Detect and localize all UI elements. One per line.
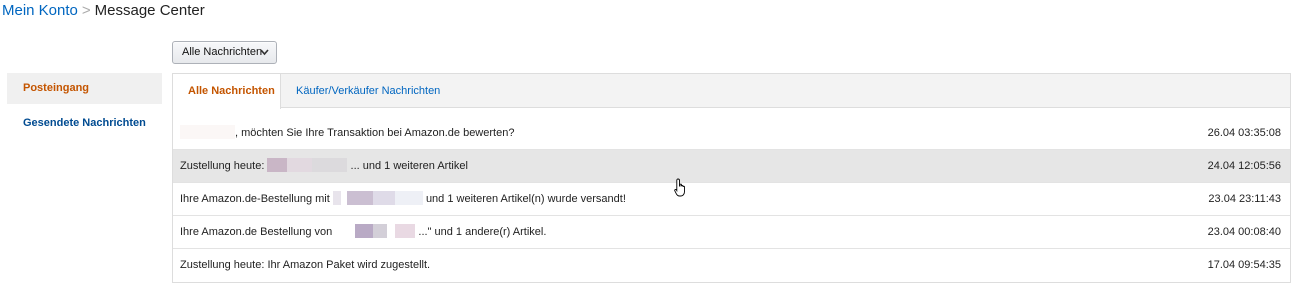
message-subject: Ihre Amazon.de-Bestellung mit und 1 weit… (180, 183, 626, 215)
message-subject-text: , möchten Sie Ihre Transaktion bei Amazo… (235, 127, 515, 139)
message-subject-text: Ihre Amazon.de-Bestellung mit (180, 193, 330, 205)
page-title: Message Center (94, 2, 205, 19)
message-date: 17.04 09:54:35 (1207, 259, 1281, 271)
message-subject: Zustellung heute: Ihr Amazon Paket wird … (180, 259, 431, 271)
redacted-order (332, 191, 423, 206)
redacted-product (267, 158, 348, 173)
breadcrumb-link-mein-konto[interactable]: Mein Konto (2, 2, 78, 19)
hand-pointer-cursor-icon (674, 178, 685, 197)
message-subject-text: ... und 1 weiteren Artikel (350, 160, 468, 172)
redacted-product (335, 224, 416, 239)
message-subject-text: ..." und 1 andere(r) Artikel. (418, 226, 547, 238)
message-date: 26.04 03:35:08 (1207, 127, 1281, 139)
redacted-name (180, 125, 235, 140)
tab-alle-nachrichten[interactable]: Alle Nachrichten (172, 74, 281, 109)
message-subject-text: Ihre Amazon.de Bestellung von (180, 226, 333, 238)
breadcrumb-separator: > (81, 2, 91, 19)
filter-selected-label: Alle Nachrichten (182, 46, 263, 58)
message-subject-text: und 1 weiteren Artikel(n) wurde versandt… (425, 193, 626, 205)
message-date: 23.04 23:11:43 (1208, 193, 1281, 205)
message-panel: Alle Nachrichten Käufer/Verkäufer Nachri… (172, 73, 1291, 283)
message-filter-dropdown[interactable]: Alle Nachrichten (172, 41, 277, 64)
sidebar-item-posteingang[interactable]: Posteingang (7, 73, 162, 104)
message-row[interactable]: Zustellung heute: ... und 1 weiteren Art… (173, 150, 1290, 183)
message-date: 23.04 00:08:40 (1207, 226, 1281, 238)
message-row[interactable]: Ihre Amazon.de Bestellung von ..." und 1… (173, 216, 1290, 249)
message-row[interactable]: , möchten Sie Ihre Transaktion bei Amazo… (173, 117, 1290, 150)
breadcrumb: Mein Konto > Message Center (2, 1, 205, 21)
message-subject: , möchten Sie Ihre Transaktion bei Amazo… (180, 117, 514, 149)
tab-kaeufer-verkaeufer-nachrichten[interactable]: Käufer/Verkäufer Nachrichten (296, 74, 440, 108)
sidebar-item-gesendete-nachrichten[interactable]: Gesendete Nachrichten (7, 108, 162, 139)
tab-bar: Alle Nachrichten Käufer/Verkäufer Nachri… (172, 74, 1290, 109)
chevron-down-icon (260, 42, 269, 71)
message-subject: Ihre Amazon.de Bestellung von ..." und 1… (180, 216, 546, 248)
message-subject: Zustellung heute: ... und 1 weiteren Art… (180, 150, 468, 182)
message-subject-text: Zustellung heute: (180, 160, 265, 172)
message-date: 24.04 12:05:56 (1207, 160, 1281, 172)
message-row[interactable]: Ihre Amazon.de-Bestellung mit und 1 weit… (173, 183, 1290, 216)
message-row[interactable]: Zustellung heute: Ihr Amazon Paket wird … (173, 249, 1290, 282)
